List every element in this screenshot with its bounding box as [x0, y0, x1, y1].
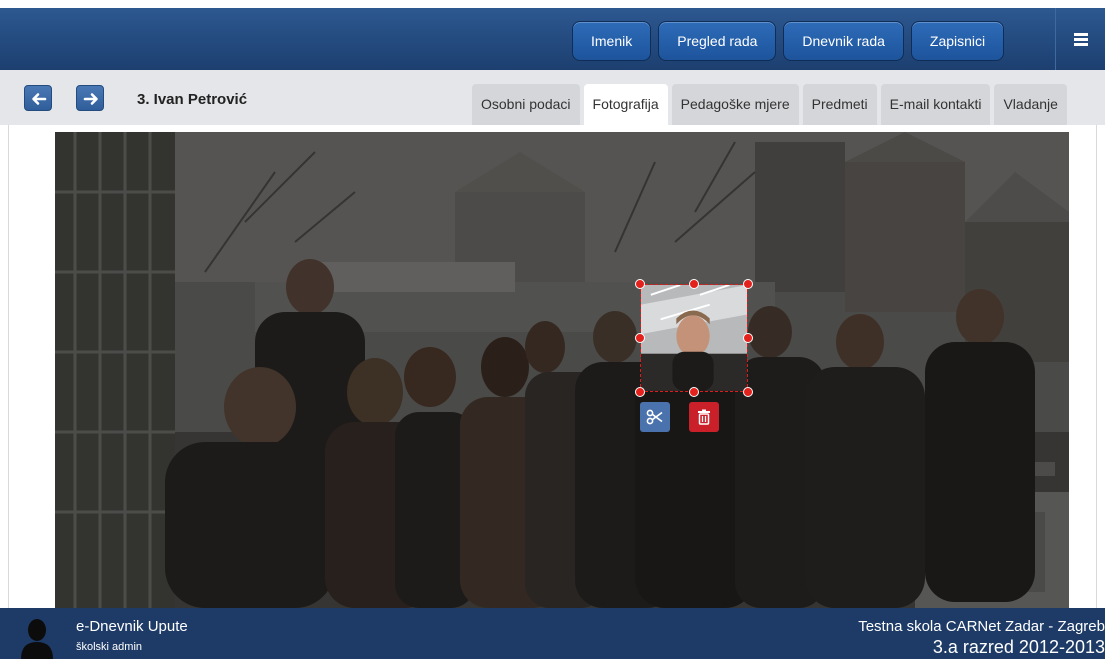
trash-icon [698, 409, 710, 425]
crop-handle-se[interactable] [743, 387, 753, 397]
tab-fotografija[interactable]: Fotografija [583, 84, 668, 125]
crop-handle-sw[interactable] [635, 387, 645, 397]
next-student-button[interactable] [76, 85, 104, 111]
scissors-icon [646, 409, 663, 425]
arrow-left-icon [32, 93, 47, 105]
crop-selection[interactable] [640, 284, 748, 392]
tab-predmeti[interactable]: Predmeti [802, 84, 877, 125]
crop-button[interactable] [640, 402, 670, 432]
crop-handle-ne[interactable] [743, 279, 753, 289]
crop-preview [641, 285, 747, 391]
user-role: školski admin [76, 641, 143, 653]
crop-handle-nw[interactable] [635, 279, 645, 289]
student-header: 3. Ivan Petrović Osobni podaci Fotografi… [0, 70, 1105, 125]
group-photo-image [55, 132, 1069, 608]
nav-dnevnik-rada-button[interactable]: Dnevnik rada [783, 21, 904, 61]
tab-email-kontakti[interactable]: E-mail kontakti [880, 84, 991, 125]
tab-vladanje[interactable]: Vladanje [994, 84, 1067, 125]
class-year: 3.a razred 2012-2013 [932, 637, 1105, 657]
tab-pedagoske-mjere[interactable]: Pedagoške mjere [671, 84, 799, 125]
school-name: Testna skola CARNet Zadar - Zagreb [858, 618, 1105, 635]
student-tabs: Osobni podaci Fotografija Pedagoške mjer… [472, 84, 1071, 125]
crop-handle-w[interactable] [635, 333, 645, 343]
crop-handle-e[interactable] [743, 333, 753, 343]
delete-photo-button[interactable] [689, 402, 719, 432]
previous-student-button[interactable] [24, 85, 52, 111]
app-window: Imenik Pregled rada Dnevnik rada Zapisni… [0, 0, 1105, 659]
student-photo[interactable] [55, 132, 1069, 608]
nav-pregled-rada-button[interactable]: Pregled rada [658, 21, 777, 61]
hamburger-menu-button[interactable] [1055, 8, 1105, 70]
tab-osobni-podaci[interactable]: Osobni podaci [472, 84, 580, 125]
arrow-right-icon [83, 93, 98, 105]
main-nav: Imenik Pregled rada Dnevnik rada Zapisni… [572, 21, 1011, 61]
user-avatar-icon[interactable] [21, 616, 53, 659]
nav-zapisnici-button[interactable]: Zapisnici [910, 21, 1005, 61]
hamburger-icon [1073, 31, 1088, 48]
top-navbar: Imenik Pregled rada Dnevnik rada Zapisni… [0, 0, 1105, 70]
crop-handle-s[interactable] [689, 387, 699, 397]
footer-bar: e-Dnevnik Upute školski admin Testna sko… [0, 608, 1105, 659]
student-name: 3. Ivan Petrović [137, 91, 248, 108]
crop-handle-n[interactable] [689, 279, 699, 289]
nav-imenik-button[interactable]: Imenik [572, 21, 652, 61]
app-name: e-Dnevnik Upute [76, 618, 188, 635]
